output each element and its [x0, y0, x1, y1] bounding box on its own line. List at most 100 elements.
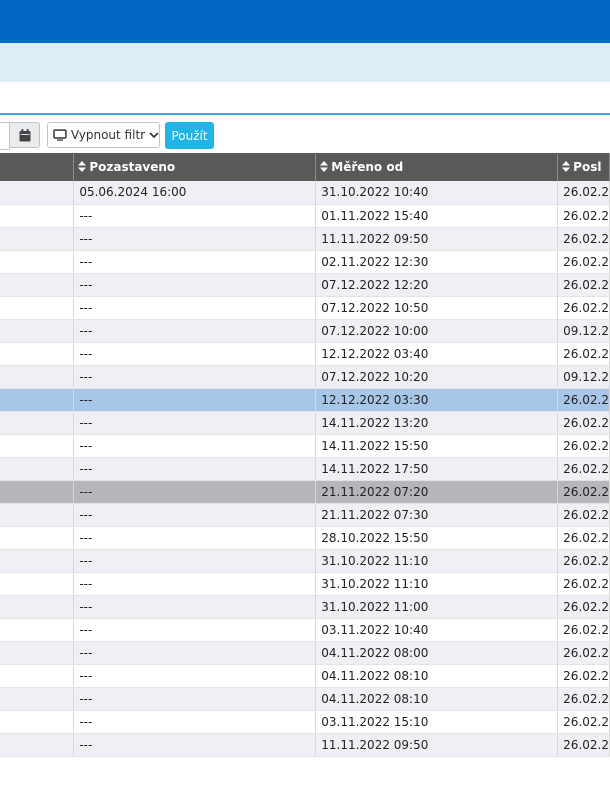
cell-mereno-od: 04.11.2022 08:10	[315, 664, 559, 688]
column-header-posl[interactable]: Posl	[557, 153, 610, 181]
cell-mereno-od: 01.11.2022 15:40	[315, 204, 559, 228]
filter-toolbar: Vypnout filtr Použít	[0, 115, 610, 153]
cell-hidden	[0, 572, 75, 596]
table-body: 05.06.2024 16:00 31.10.2022 10:40 26.02.2-…	[0, 181, 610, 757]
cell-pozastaveno: ---	[73, 549, 317, 573]
cell-posl: 26.02.2	[557, 181, 610, 205]
table-row[interactable]: --- 04.11.2022 08:00 26.02.2	[0, 641, 610, 665]
cell-posl: 26.02.2	[557, 411, 610, 435]
cell-hidden	[0, 526, 75, 550]
cell-mereno-od: 14.11.2022 17:50	[315, 457, 559, 481]
cell-mereno-od: 28.10.2022 15:50	[315, 526, 559, 550]
table-header-row: Pozastaveno Měřeno od Posl	[0, 153, 610, 181]
cell-pozastaveno: ---	[73, 434, 317, 458]
column-header-hidden[interactable]	[0, 153, 75, 181]
apply-button[interactable]: Použít	[165, 122, 214, 149]
table-row[interactable]: --- 04.11.2022 08:10 26.02.2	[0, 664, 610, 688]
cell-posl: 26.02.2	[557, 434, 610, 458]
table-row[interactable]: --- 07.12.2022 10:20 09.12.2	[0, 365, 610, 389]
cell-posl: 26.02.2	[557, 710, 610, 734]
chevron-down-icon	[149, 132, 159, 139]
table-row[interactable]: --- 14.11.2022 15:50 26.02.2	[0, 434, 610, 458]
table-row[interactable]: --- 12.12.2022 03:40 26.02.2	[0, 342, 610, 366]
cell-posl: 26.02.2	[557, 549, 610, 573]
cell-mereno-od: 03.11.2022 15:10	[315, 710, 559, 734]
table-row[interactable]: --- 14.11.2022 13:20 26.02.2	[0, 411, 610, 435]
cell-mereno-od: 31.10.2022 11:10	[315, 572, 559, 596]
table-row[interactable]: --- 07.12.2022 10:50 26.02.2	[0, 296, 610, 320]
table-row[interactable]: 05.06.2024 16:00 31.10.2022 10:40 26.02.2	[0, 181, 610, 205]
cell-pozastaveno: ---	[73, 595, 317, 619]
cell-posl: 26.02.2	[557, 526, 610, 550]
cell-hidden	[0, 319, 75, 343]
cell-posl: 26.02.2	[557, 204, 610, 228]
cell-mereno-od: 02.11.2022 12:30	[315, 250, 559, 274]
cell-pozastaveno: ---	[73, 641, 317, 665]
table-row[interactable]: --- 03.11.2022 10:40 26.02.2	[0, 618, 610, 642]
table-row[interactable]: --- 11.11.2022 09:50 26.02.2	[0, 733, 610, 757]
filter-toggle-dropdown[interactable]: Vypnout filtr	[47, 122, 160, 148]
table-row[interactable]: --- 21.11.2022 07:20 26.02.2	[0, 480, 610, 504]
cell-hidden	[0, 710, 75, 734]
column-header-mereno-od[interactable]: Měřeno od	[315, 153, 559, 181]
cell-mereno-od: 31.10.2022 11:10	[315, 549, 559, 573]
cell-pozastaveno: ---	[73, 227, 317, 251]
table-row[interactable]: --- 14.11.2022 17:50 26.02.2	[0, 457, 610, 481]
cell-hidden	[0, 365, 75, 389]
cell-posl: 09.12.2	[557, 365, 610, 389]
data-table: Pozastaveno Měřeno od Posl 05.06.2024 16…	[0, 153, 610, 757]
cell-pozastaveno: ---	[73, 503, 317, 527]
cell-pozastaveno: ---	[73, 572, 317, 596]
sub-header-bar	[0, 43, 610, 82]
cell-posl: 26.02.2	[557, 664, 610, 688]
cell-pozastaveno: ---	[73, 319, 317, 343]
table-row[interactable]: --- 31.10.2022 11:10 26.02.2	[0, 549, 610, 573]
cell-hidden	[0, 687, 75, 711]
sort-icon	[320, 161, 329, 172]
cell-hidden	[0, 388, 75, 412]
cell-mereno-od: 21.11.2022 07:30	[315, 503, 559, 527]
cell-hidden	[0, 342, 75, 366]
cell-mereno-od: 14.11.2022 15:50	[315, 434, 559, 458]
table-row[interactable]: --- 02.11.2022 12:30 26.02.2	[0, 250, 610, 274]
cell-posl: 09.12.2	[557, 319, 610, 343]
cell-mereno-od: 07.12.2022 12:20	[315, 273, 559, 297]
table-row[interactable]: --- 12.12.2022 03:30 26.02.2	[0, 388, 610, 412]
cell-pozastaveno: ---	[73, 342, 317, 366]
table-row[interactable]: --- 11.11.2022 09:50 26.02.2	[0, 227, 610, 251]
table-row[interactable]: --- 07.12.2022 10:00 09.12.2	[0, 319, 610, 343]
cell-mereno-od: 14.11.2022 13:20	[315, 411, 559, 435]
table-row[interactable]: --- 03.11.2022 15:10 26.02.2	[0, 710, 610, 734]
cell-pozastaveno: ---	[73, 250, 317, 274]
cell-hidden	[0, 664, 75, 688]
cell-hidden	[0, 273, 75, 297]
cell-hidden	[0, 204, 75, 228]
cell-pozastaveno: ---	[73, 710, 317, 734]
cell-hidden	[0, 641, 75, 665]
cell-posl: 26.02.2	[557, 227, 610, 251]
calendar-button[interactable]	[9, 122, 40, 148]
table-row[interactable]: --- 07.12.2022 12:20 26.02.2	[0, 273, 610, 297]
table-row[interactable]: --- 31.10.2022 11:10 26.02.2	[0, 572, 610, 596]
table-row[interactable]: --- 21.11.2022 07:30 26.02.2	[0, 503, 610, 527]
table-row[interactable]: --- 04.11.2022 08:10 26.02.2	[0, 687, 610, 711]
cell-hidden	[0, 618, 75, 642]
table-row[interactable]: --- 28.10.2022 15:50 26.02.2	[0, 526, 610, 550]
cell-hidden	[0, 480, 75, 504]
cell-hidden	[0, 503, 75, 527]
calendar-icon	[19, 128, 30, 141]
cell-mereno-od: 31.10.2022 10:40	[315, 181, 559, 205]
cell-hidden	[0, 296, 75, 320]
table-row[interactable]: --- 01.11.2022 15:40 26.02.2	[0, 204, 610, 228]
cell-posl: 26.02.2	[557, 572, 610, 596]
cell-pozastaveno: ---	[73, 687, 317, 711]
cell-mereno-od: 11.11.2022 09:50	[315, 733, 559, 757]
cell-pozastaveno: ---	[73, 388, 317, 412]
cell-posl: 26.02.2	[557, 480, 610, 504]
cell-hidden	[0, 411, 75, 435]
table-row[interactable]: --- 31.10.2022 11:00 26.02.2	[0, 595, 610, 619]
cell-mereno-od: 21.11.2022 07:20	[315, 480, 559, 504]
cell-mereno-od: 04.11.2022 08:10	[315, 687, 559, 711]
sort-icon	[562, 161, 571, 172]
column-header-pozastaveno[interactable]: Pozastaveno	[73, 153, 317, 181]
